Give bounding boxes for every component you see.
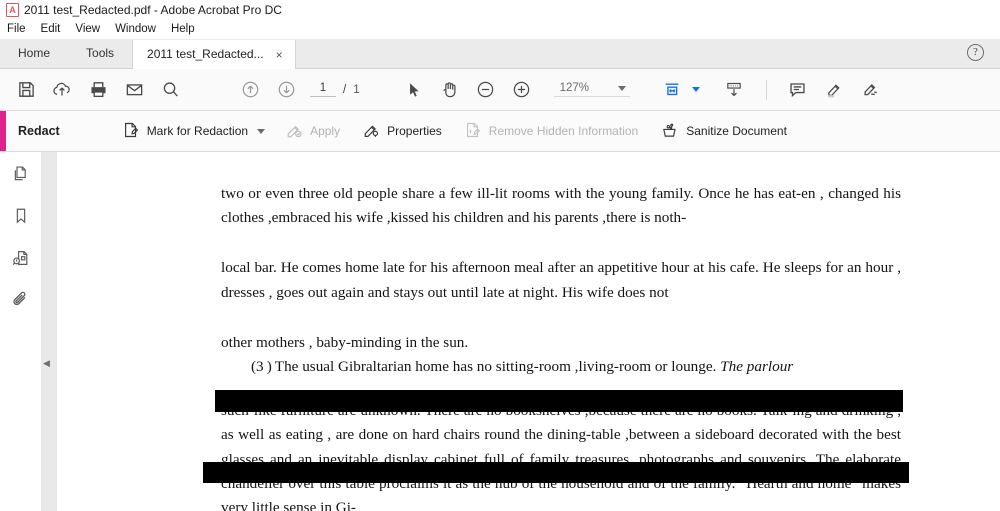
tab-bar: Home Tools 2011 test_Redacted... × ?: [0, 39, 1000, 69]
mark-for-redaction-label: Mark for Redaction: [146, 124, 249, 138]
menu-bar: File Edit View Window Help: [0, 20, 1000, 39]
menu-item-file[interactable]: File: [7, 22, 35, 37]
redact-panel-title: Redact: [18, 124, 60, 138]
sign-icon[interactable]: [852, 69, 888, 110]
mark-redaction-icon: [122, 121, 140, 142]
document-paragraph-4: (3 ) The usual Gibraltarian home has no …: [221, 355, 901, 379]
redaction-bar-2[interactable]: [203, 462, 909, 483]
pdf-file-icon: A: [6, 3, 19, 17]
page-navigation: 1 / 1: [310, 82, 360, 97]
next-page-icon[interactable]: [268, 69, 304, 110]
document-paragraph-3: other mothers , baby-minding in the sun.: [221, 333, 469, 351]
tab-home[interactable]: Home: [0, 39, 68, 68]
sidebar-collapse-icon[interactable]: ◀: [43, 359, 50, 368]
save-icon[interactable]: [8, 69, 44, 110]
zoom-level-value: 127%: [559, 82, 590, 94]
apply-redaction-icon: [285, 121, 303, 142]
help-icon[interactable]: ?: [967, 44, 984, 61]
bookmarks-icon[interactable]: [9, 204, 33, 228]
redaction-properties-button[interactable]: Properties: [362, 121, 442, 142]
chevron-down-icon[interactable]: [257, 128, 266, 134]
properties-icon: [362, 121, 380, 142]
page-thumbnails-icon[interactable]: [9, 162, 33, 186]
apply-redaction-label: Apply: [310, 124, 341, 138]
acrobat-window: A 2011 test_Redacted.pdf - Adobe Acrobat…: [0, 0, 1000, 511]
zoom-in-icon[interactable]: [504, 69, 540, 110]
document-paragraph-5: such-like furniture are unknown. There a…: [221, 402, 901, 511]
redact-toolbar: Redact Mark for Redaction Apply Properti…: [0, 111, 1000, 152]
navigation-sidebar: [0, 152, 41, 511]
apply-redaction-button: Apply: [285, 121, 340, 142]
menu-item-help[interactable]: Help: [171, 22, 204, 37]
mark-for-redaction-button[interactable]: Mark for Redaction: [122, 121, 266, 142]
tab-tools[interactable]: Tools: [68, 39, 132, 68]
zoom-level-dropdown[interactable]: 127%: [553, 82, 630, 97]
document-paragraph-4-italic: The parlour: [720, 358, 794, 376]
document-paragraph-2: local bar. He comes home late for his af…: [221, 259, 901, 301]
tab-document-label: 2011 test_Redacted...: [147, 47, 264, 61]
page-separator: /: [343, 83, 347, 96]
scroll-mode-icon[interactable]: [716, 69, 752, 110]
fit-page-icon[interactable]: [654, 69, 690, 110]
sanitize-document-button[interactable]: Sanitize Document: [660, 121, 787, 142]
document-area: ◀ two or even three old people share a f…: [0, 152, 1000, 511]
redaction-properties-label: Properties: [387, 124, 442, 138]
menu-item-view[interactable]: View: [75, 22, 109, 37]
main-toolbar: 1 / 1 127%: [0, 69, 1000, 111]
redaction-bar-1[interactable]: [215, 390, 903, 412]
fit-page-chevron-icon[interactable]: [691, 87, 700, 92]
previous-page-icon[interactable]: [232, 69, 268, 110]
menu-item-window[interactable]: Window: [115, 22, 165, 37]
menu-item-edit[interactable]: Edit: [41, 22, 70, 37]
document-search-icon[interactable]: [9, 246, 33, 270]
close-icon[interactable]: ×: [274, 47, 285, 63]
document-paragraph-1: two or even three old people share a few…: [221, 185, 901, 227]
search-icon[interactable]: [152, 69, 188, 110]
hidden-info-icon: [464, 121, 482, 142]
tab-document[interactable]: 2011 test_Redacted... ×: [132, 40, 296, 69]
upload-cloud-icon[interactable]: [44, 69, 80, 110]
title-bar: A 2011 test_Redacted.pdf - Adobe Acrobat…: [0, 0, 1000, 20]
page-gutter: [41, 152, 57, 511]
hand-tool-icon[interactable]: [432, 69, 468, 110]
sanitize-icon: [660, 121, 679, 142]
sanitize-document-label: Sanitize Document: [686, 124, 787, 138]
zoom-out-icon[interactable]: [468, 69, 504, 110]
page-total: 1: [353, 83, 360, 96]
select-tool-icon[interactable]: [396, 69, 432, 110]
chevron-down-icon: [617, 85, 626, 91]
remove-hidden-information-button: Remove Hidden Information: [464, 121, 638, 142]
print-icon[interactable]: [80, 69, 116, 110]
attachments-icon[interactable]: [9, 288, 33, 312]
document-paragraph-4-text: (3 ) The usual Gibraltarian home has no …: [251, 358, 721, 376]
remove-hidden-information-label: Remove Hidden Information: [488, 124, 639, 138]
highlight-icon[interactable]: [816, 69, 852, 110]
page-number-input[interactable]: 1: [310, 82, 336, 97]
window-title: 2011 test_Redacted.pdf - Adobe Acrobat P…: [24, 3, 282, 17]
pdf-page: two or even three old people share a few…: [57, 152, 1000, 511]
email-icon[interactable]: [116, 69, 152, 110]
comment-icon[interactable]: [780, 69, 816, 110]
redact-accent-bar: [0, 111, 6, 151]
